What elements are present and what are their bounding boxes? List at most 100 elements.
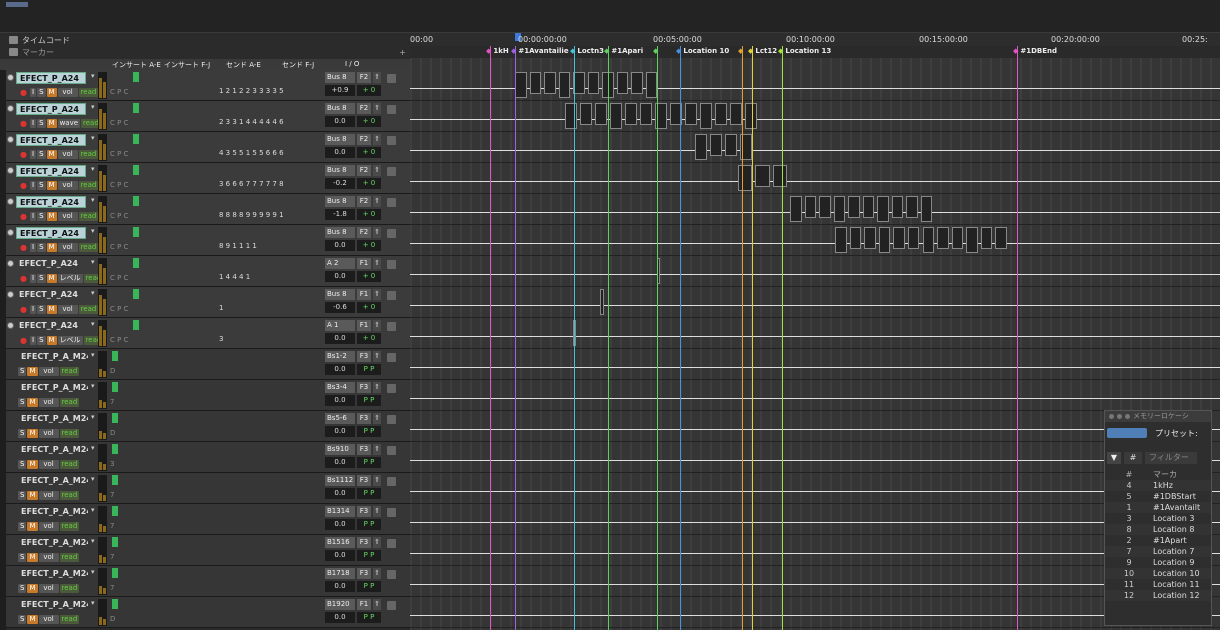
automation-view-select[interactable]: vol <box>38 491 59 500</box>
marker-item[interactable]: #1Apari <box>604 47 643 55</box>
audio-clip[interactable] <box>893 227 905 249</box>
audio-clip[interactable] <box>835 227 847 253</box>
input-selector[interactable]: Bus 8 <box>325 103 355 114</box>
audio-clip[interactable] <box>631 72 643 94</box>
input-selector[interactable]: Bus 8 <box>325 289 355 300</box>
record-enable-icon[interactable] <box>7 260 14 267</box>
pan-value[interactable]: P P <box>357 426 381 437</box>
automation-line[interactable] <box>410 460 1220 461</box>
memory-row[interactable]: 1 #1Avantailt <box>1105 502 1211 513</box>
track-name[interactable]: EFECT_P_A_M24 <box>18 351 88 363</box>
pan-value[interactable]: P P <box>357 488 381 499</box>
memory-row[interactable]: 7 Location 7 <box>1105 546 1211 557</box>
volume-value[interactable]: 0.0 <box>325 550 355 561</box>
automation-mode-read[interactable]: read <box>59 615 80 624</box>
track-view-icon[interactable] <box>387 198 396 207</box>
input-selector[interactable]: A 2 <box>325 258 355 269</box>
volume-value[interactable]: 0.0 <box>325 612 355 623</box>
input-selector[interactable]: B1314 <box>325 506 355 517</box>
automation-mode-read[interactable]: read <box>59 398 80 407</box>
solo-button[interactable]: S <box>37 119 46 128</box>
track-lane[interactable] <box>410 287 1220 318</box>
mute-button[interactable]: M <box>27 491 38 500</box>
marker-item[interactable]: #1Avantailie <box>511 47 568 55</box>
volume-value[interactable]: 0.0 <box>325 333 355 344</box>
insert-slot[interactable]: 7 <box>110 553 114 561</box>
automation-view-select[interactable]: vol <box>38 584 59 593</box>
output-icon[interactable]: ⇑ <box>373 568 381 579</box>
volume-value[interactable]: 0.0 <box>325 147 355 158</box>
volume-value[interactable]: 0.0 <box>325 581 355 592</box>
track-view-icon[interactable] <box>387 601 396 610</box>
track-view-icon[interactable] <box>387 229 396 238</box>
track-view-icon[interactable] <box>387 136 396 145</box>
track-menu-icon[interactable]: ▾ <box>91 258 95 266</box>
pan-value[interactable]: + 0 <box>357 271 381 282</box>
insert-slot[interactable]: 7 <box>110 491 114 499</box>
track-name[interactable]: EFECT_P_A_M24 <box>18 599 88 611</box>
automation-line[interactable] <box>410 615 1220 616</box>
memory-row[interactable]: 8 Location 8 <box>1105 524 1211 535</box>
record-enable-icon[interactable] <box>7 136 14 143</box>
automation-view-select[interactable]: vol <box>57 181 78 190</box>
insert-active-indicator[interactable] <box>112 444 118 454</box>
track-name[interactable]: EFECT_P_A_M24 <box>18 506 88 518</box>
track-view-icon[interactable] <box>387 570 396 579</box>
track-lane[interactable] <box>410 256 1220 287</box>
output-selector[interactable]: F2 <box>357 72 371 83</box>
output-icon[interactable]: ⇑ <box>373 382 381 393</box>
audio-clip[interactable] <box>772 165 787 187</box>
insert-active-indicator[interactable] <box>112 599 118 609</box>
rec-button[interactable]: ● <box>18 336 29 345</box>
insert-active-indicator[interactable] <box>133 320 139 330</box>
automation-line[interactable] <box>410 491 1220 492</box>
track-row[interactable]: EFECT_P_A_M24 ▾ S Mvol read 7 B1516 F3 ⇑ 0.0 P P <box>6 535 410 566</box>
audio-clip[interactable] <box>906 196 918 218</box>
track-row[interactable]: EFECT_P_A24 ▾ ● I S Mvol read C P C 3 6 6 6 7 7 … <box>6 163 410 194</box>
solo-button[interactable]: S <box>37 181 46 190</box>
input-selector[interactable]: B1516 <box>325 537 355 548</box>
rec-button[interactable]: ● <box>18 150 29 159</box>
track-view-icon[interactable] <box>387 477 396 486</box>
output-icon[interactable]: ⇑ <box>373 227 381 238</box>
zoom-icon[interactable] <box>1125 414 1130 419</box>
input-selector[interactable]: Bs3-4 <box>325 382 355 393</box>
track-lane[interactable] <box>410 132 1220 163</box>
insert-active-indicator[interactable] <box>133 227 139 237</box>
pan-value[interactable]: P P <box>357 457 381 468</box>
track-row[interactable]: EFECT_P_A24 ▾ ● I S Mvol read C P C 4 3 5 5 1 5 … <box>6 132 410 163</box>
insert-active-indicator[interactable] <box>112 506 118 516</box>
timecode-ruler-label[interactable]: タイムコード <box>0 34 410 46</box>
output-selector[interactable]: F2 <box>357 103 371 114</box>
insert-slot[interactable]: C P C <box>110 88 128 96</box>
input-selector[interactable]: Bs5-6 <box>325 413 355 424</box>
audio-clip[interactable] <box>700 103 712 129</box>
send-slots[interactable]: 3 <box>219 335 223 343</box>
track-row[interactable]: EFECT_P_A24 ▾ ● I S M レベル read C P C1 4 4 4 1A 2… <box>6 256 410 287</box>
track-lane[interactable] <box>410 163 1220 194</box>
track-view-icon[interactable] <box>387 539 396 548</box>
track-menu-icon[interactable]: ▾ <box>91 320 95 328</box>
output-icon[interactable]: ⇑ <box>373 506 381 517</box>
marker-item[interactable]: Location 13 <box>778 47 831 55</box>
solo-button[interactable]: S <box>37 274 46 283</box>
record-enable-icon[interactable] <box>7 167 14 174</box>
pan-value[interactable]: + 0 <box>357 85 381 96</box>
record-enable-icon[interactable] <box>7 229 14 236</box>
send-slots[interactable]: 1 4 4 4 1 <box>219 273 250 281</box>
automation-mode-read[interactable]: read <box>59 522 80 531</box>
pan-value[interactable]: P P <box>357 581 381 592</box>
audio-clip[interactable] <box>595 103 607 125</box>
input-selector[interactable]: Bus 8 <box>325 227 355 238</box>
input-monitor-button[interactable]: I <box>29 274 37 283</box>
mute-button[interactable]: M <box>27 522 38 531</box>
mute-button[interactable]: M <box>27 460 38 469</box>
track-view-icon[interactable] <box>387 260 396 269</box>
output-selector[interactable]: F2 <box>357 227 371 238</box>
insert-active-indicator[interactable] <box>112 413 118 423</box>
automation-view-select[interactable]: vol <box>38 522 59 531</box>
automation-view-select[interactable]: vol <box>38 429 59 438</box>
insert-slot[interactable]: D <box>110 615 115 623</box>
send-slots[interactable]: 2 3 3 1 4 4 4 4 4 6 <box>219 118 284 126</box>
automation-view-select[interactable]: vol <box>38 615 59 624</box>
